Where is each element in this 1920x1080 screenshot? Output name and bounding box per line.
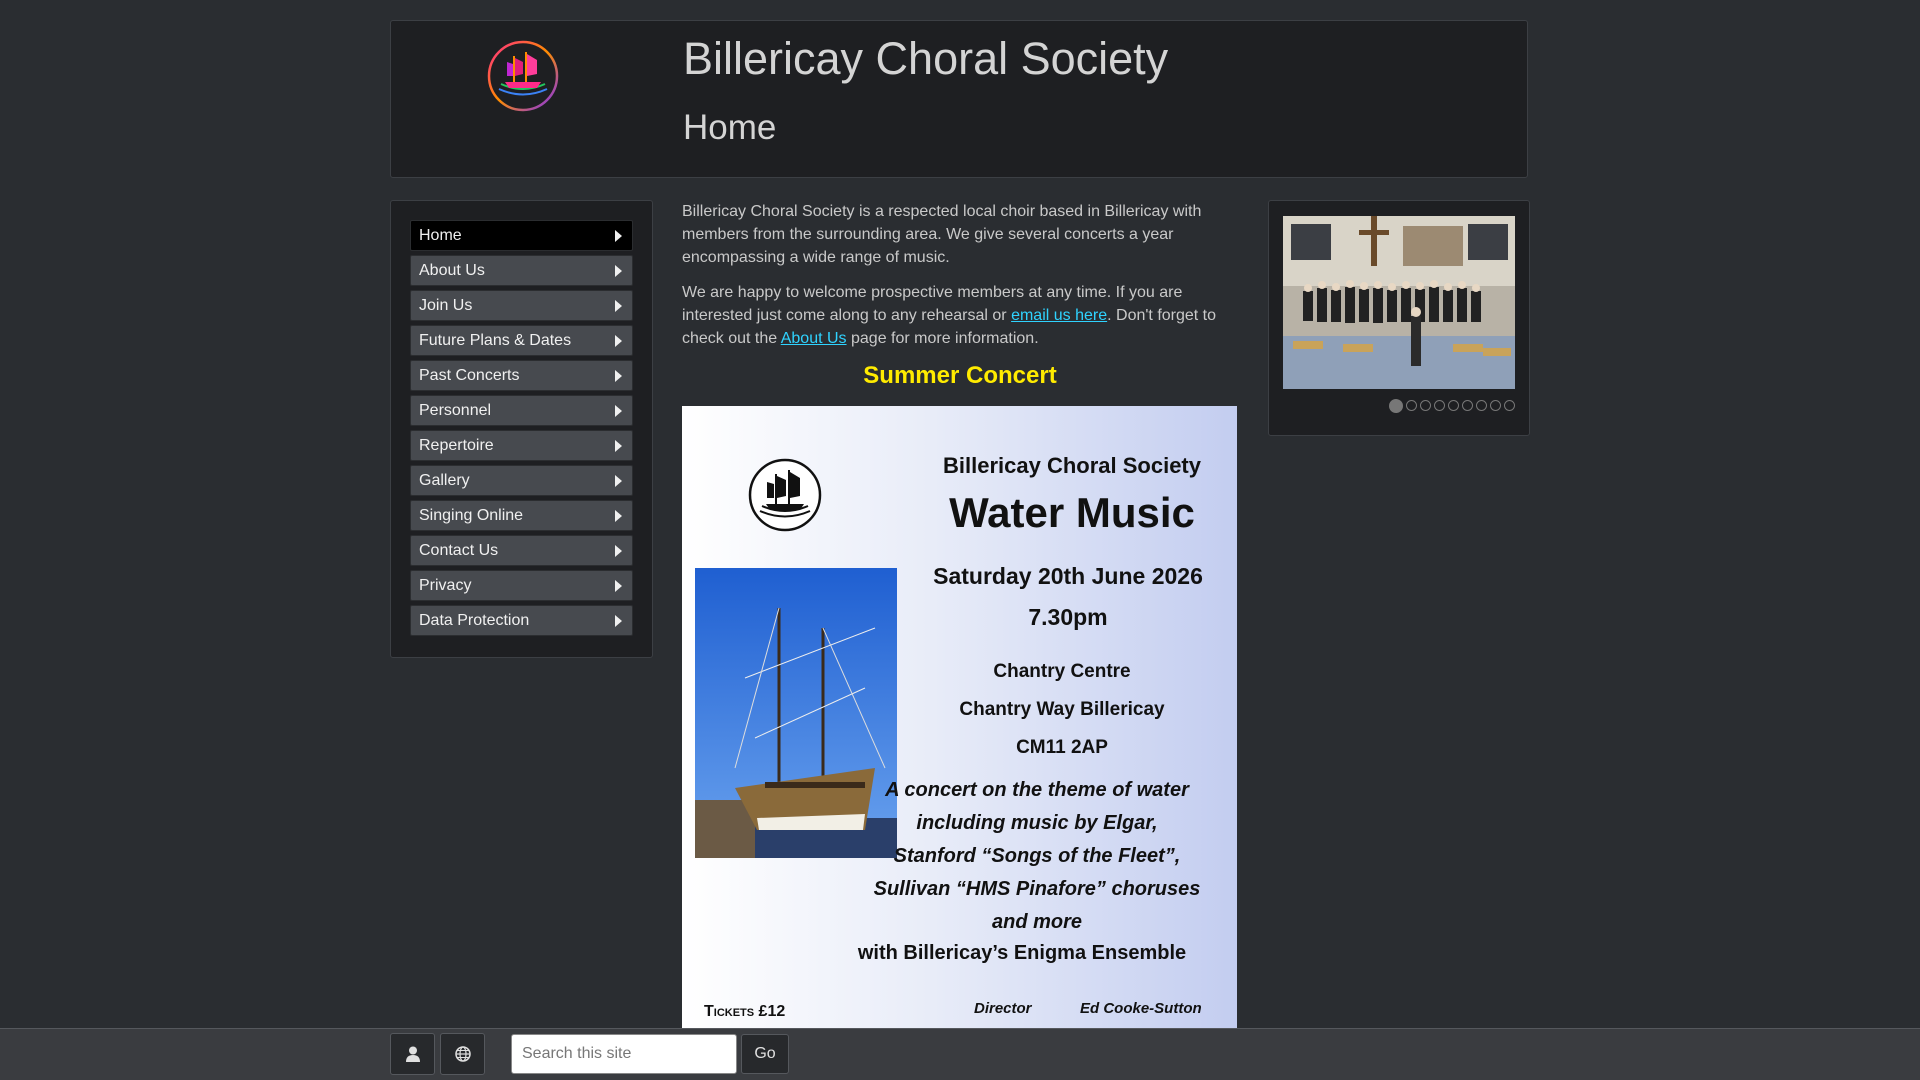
page-title: Home — [683, 108, 777, 147]
poster-director-label: Director — [974, 1000, 1032, 1017]
nav-item-singing-online[interactable]: Singing Online — [410, 500, 633, 531]
nav-item-label: Future Plans & Dates — [419, 331, 572, 349]
nav-item-label: Personnel — [419, 401, 492, 419]
site-header: Billericay Choral Society Home — [390, 20, 1528, 178]
nav-item-privacy[interactable]: Privacy — [410, 570, 633, 601]
nav-item-past-concerts[interactable]: Past Concerts — [410, 360, 633, 391]
poster-description: A concert on the theme of water includin… — [852, 774, 1222, 939]
poster-tickets: Tickets £12 — [704, 1003, 786, 1020]
poster-description-line: Sullivan “HMS Pinafore” choruses — [873, 878, 1201, 900]
nav-item-contact-us[interactable]: Contact Us — [410, 535, 633, 566]
poster-description-line: and more — [991, 911, 1083, 933]
slide-dot[interactable] — [1504, 400, 1515, 411]
slide-dot[interactable] — [1476, 400, 1487, 411]
poster-title: Water Music — [949, 489, 1195, 536]
slide-dot[interactable] — [1462, 400, 1473, 411]
poster-description-line: Stanford “Songs of the Fleet”, — [893, 845, 1181, 867]
slide-dot[interactable] — [1389, 399, 1403, 413]
photo-slideshow — [1268, 200, 1530, 436]
nav-item-label: Repertoire — [419, 436, 494, 454]
caret-right-icon — [615, 299, 622, 312]
nav-item-data-protection[interactable]: Data Protection — [410, 605, 633, 636]
caret-right-icon — [615, 579, 622, 592]
main-content: Billericay Choral Society is a respected… — [682, 200, 1238, 404]
nav-item-label: Join Us — [419, 296, 473, 314]
nav-item-label: Data Protection — [419, 611, 530, 629]
nav-item-label: Singing Online — [419, 506, 524, 524]
intro-paragraph: Billericay Choral Society is a respected… — [682, 203, 1202, 266]
slideshow-dots — [1389, 399, 1515, 413]
nav-item-label: Past Concerts — [419, 366, 520, 384]
choir-photo[interactable] — [1283, 216, 1515, 389]
about-us-link[interactable]: About Us — [781, 330, 847, 347]
nav-item-label: Privacy — [419, 576, 472, 594]
globe-icon — [454, 1046, 471, 1062]
concert-heading: Summer Concert — [863, 362, 1057, 389]
slide-dot[interactable] — [1490, 400, 1501, 411]
poster-description-line: A concert on the theme of water — [885, 779, 1189, 801]
nav-item-home[interactable]: Home — [410, 220, 633, 251]
slide-dot[interactable] — [1434, 400, 1445, 411]
poster-description-line: including music by Elgar, — [916, 812, 1158, 834]
nav-item-gallery[interactable]: Gallery — [410, 465, 633, 496]
poster-venue: Chantry Centre Chantry Way Billericay CM… — [912, 653, 1212, 767]
society-logo[interactable] — [487, 40, 559, 112]
poster-venue-line: Chantry Centre — [993, 661, 1131, 682]
poster-society-name: Billericay Choral Society — [943, 453, 1201, 478]
slide-dot[interactable] — [1406, 400, 1417, 411]
poster-director-name: Ed Cooke-Sutton — [1080, 1000, 1202, 1017]
email-us-link[interactable]: email us here — [1011, 307, 1107, 324]
caret-right-icon — [615, 509, 622, 522]
poster-venue-line: Chantry Way Billericay — [959, 699, 1165, 720]
language-button[interactable] — [440, 1033, 485, 1075]
caret-right-icon — [615, 404, 622, 417]
poster-ensemble: with Billericay’s Enigma Ensemble — [857, 942, 1187, 964]
caret-right-icon — [615, 334, 622, 347]
caret-right-icon — [615, 439, 622, 452]
poster-date: Saturday 20th June 2026 — [933, 563, 1203, 589]
nav-item-label: Contact Us — [419, 541, 499, 559]
nav-item-repertoire[interactable]: Repertoire — [410, 430, 633, 461]
nav-item-label: Gallery — [419, 471, 470, 489]
nav-item-about-us[interactable]: About Us — [410, 255, 633, 286]
nav-item-label: Home — [419, 226, 462, 244]
caret-right-icon — [615, 474, 622, 487]
welcome-paragraph: We are happy to welcome prospective memb… — [682, 281, 1238, 350]
slide-dot[interactable] — [1420, 400, 1431, 411]
society-emblem — [748, 458, 822, 532]
nav-item-join-us[interactable]: Join Us — [410, 290, 633, 321]
poster-time: 7.30pm — [1028, 604, 1108, 630]
caret-right-icon — [615, 614, 622, 627]
nav-item-label: About Us — [419, 261, 485, 279]
poster-venue-line: CM11 2AP — [1016, 737, 1108, 758]
nav-item-personnel[interactable]: Personnel — [410, 395, 633, 426]
welcome-text-after: page for more information. — [846, 330, 1039, 347]
search-input[interactable] — [511, 1034, 737, 1074]
slide-dot[interactable] — [1448, 400, 1459, 411]
user-icon — [405, 1046, 420, 1062]
caret-right-icon — [615, 544, 622, 557]
concert-poster[interactable]: Billericay Choral Society Water Music Sa… — [682, 406, 1237, 1028]
login-button[interactable] — [390, 1033, 435, 1075]
caret-right-icon — [615, 264, 622, 277]
caret-right-icon — [615, 229, 622, 242]
footer-toolbar: Go — [0, 1028, 1920, 1080]
sidebar-nav: Home About Us Join Us Future Plans & Dat… — [390, 200, 653, 658]
search-go-button[interactable]: Go — [741, 1034, 789, 1074]
nav-item-future-plans[interactable]: Future Plans & Dates — [410, 325, 633, 356]
caret-right-icon — [615, 369, 622, 382]
site-title: Billericay Choral Society — [683, 33, 1169, 84]
